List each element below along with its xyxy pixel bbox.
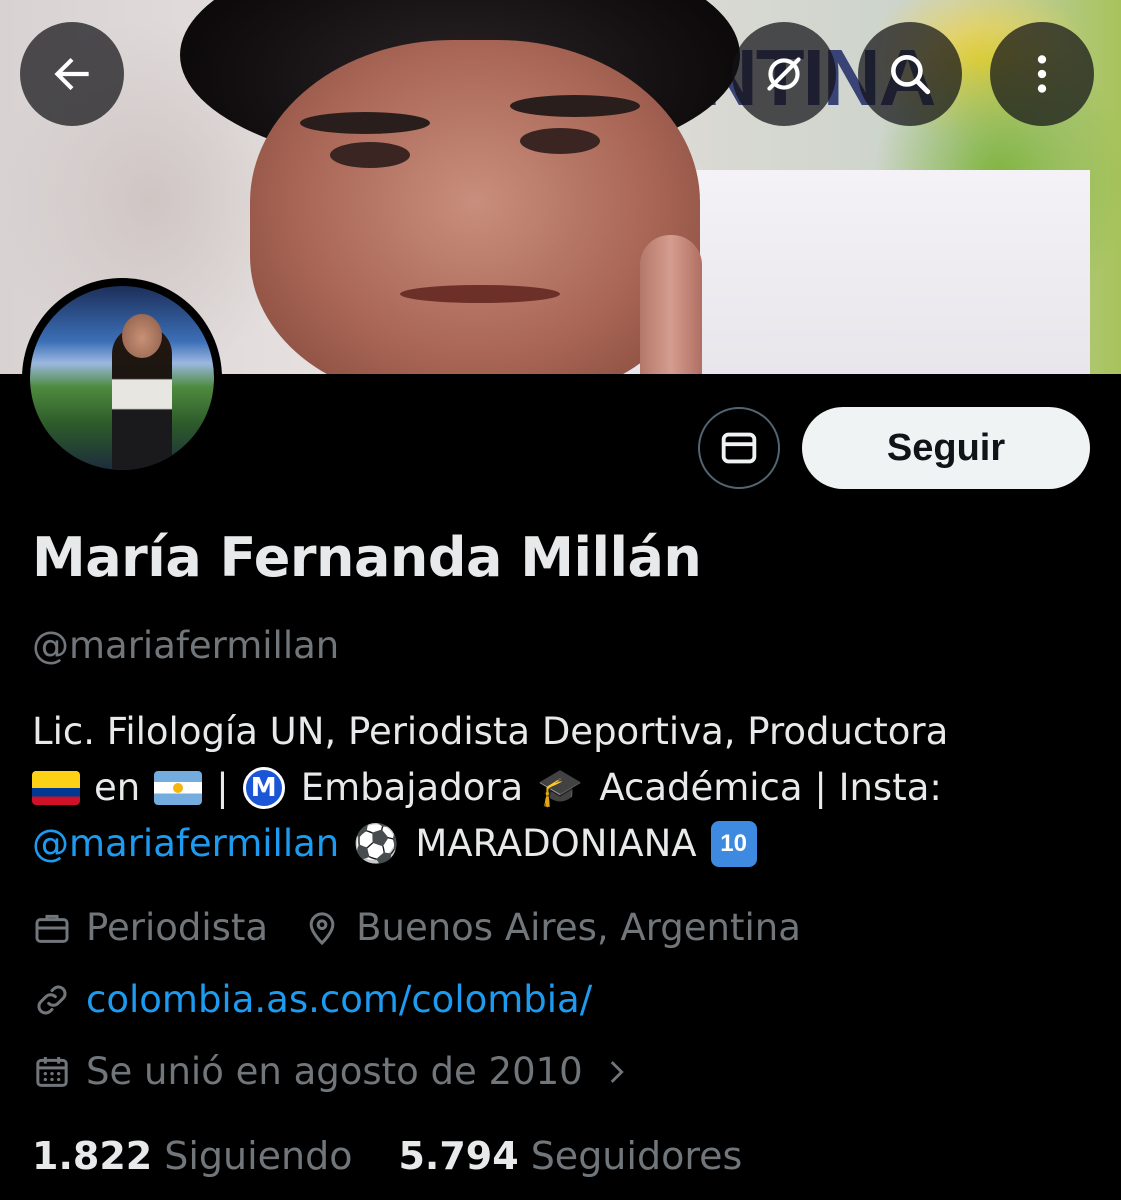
argentina-flag-icon — [154, 771, 203, 805]
banner-finger — [640, 235, 702, 374]
profile-bio: Lic. Filología UN, Periodista Deportiva,… — [32, 704, 1092, 872]
slash-circle-icon — [767, 57, 801, 91]
message-button[interactable] — [698, 407, 780, 489]
banner-eye-right — [520, 128, 600, 154]
calendar-icon — [36, 1056, 68, 1087]
search-button[interactable] — [858, 22, 962, 126]
following-count[interactable]: 1.822 — [32, 1134, 152, 1178]
joined-item[interactable]: Se unió en agosto de 2010 — [32, 1050, 633, 1093]
briefcase-icon — [35, 914, 69, 943]
follow-stats: 1.822 Siguiendo 5.794 Seguidores — [32, 1134, 788, 1178]
profession-text: Periodista — [86, 906, 269, 949]
soccer-ball-icon: ⚽ — [353, 822, 400, 865]
link-icon — [37, 985, 67, 1014]
bio-text-academica: Académica | Insta: — [599, 766, 942, 809]
bio-text-embajadora: Embajadora — [300, 766, 524, 809]
profession-item: Periodista — [32, 906, 268, 949]
banner-face — [250, 40, 700, 374]
banner-mouth — [400, 285, 560, 303]
followers-label[interactable]: Seguidores — [531, 1134, 743, 1178]
location-item: Buenos Aires, Argentina — [302, 906, 801, 949]
joined-row[interactable]: Se unió en agosto de 2010 — [32, 1050, 667, 1093]
bio-mention-link[interactable]: @mariafermillan — [32, 816, 339, 872]
follow-button[interactable]: Seguir — [802, 407, 1090, 489]
following-label[interactable]: Siguiendo — [164, 1134, 352, 1178]
banner-brow-right — [510, 95, 640, 117]
grok-button[interactable] — [732, 22, 836, 126]
m-badge-icon: M — [242, 767, 285, 809]
profile-name: María Fernanda Millán — [32, 526, 702, 589]
profile-handle: @mariafermillan — [32, 624, 340, 667]
bio-line-1: Lic. Filología UN, Periodista Deportiva,… — [32, 704, 1092, 760]
followers-count[interactable]: 5.794 — [398, 1134, 518, 1178]
website-item[interactable]: colombia.as.com/colombia/ — [32, 978, 592, 1021]
search-icon — [891, 55, 931, 95]
location-pin-icon — [309, 911, 335, 945]
back-button[interactable] — [20, 22, 124, 126]
bio-line-3: @mariafermillan ⚽ MARADONIANA 10 — [32, 816, 1092, 872]
envelope-icon — [721, 432, 757, 464]
more-vertical-icon — [1037, 55, 1047, 93]
bio-line-2: en | M Embajadora 🎓 Académica | Insta: — [32, 760, 1092, 816]
location-text: Buenos Aires, Argentina — [356, 906, 801, 949]
avatar-photo — [30, 286, 214, 470]
avatar-head — [122, 314, 162, 358]
chevron-right-icon — [610, 1060, 624, 1083]
bio-text-maradoniana: MARADONIANA — [415, 822, 697, 865]
keycap-ten-icon: 10 — [710, 821, 757, 867]
profile-avatar[interactable] — [22, 278, 222, 478]
website-row: colombia.as.com/colombia/ — [32, 978, 626, 1021]
more-button[interactable] — [990, 22, 1094, 126]
profile-meta-row: Periodista Buenos Aires, Argentina — [32, 906, 835, 949]
joined-text: Se unió en agosto de 2010 — [86, 1050, 583, 1093]
arrow-left-icon — [54, 57, 89, 91]
banner-eye-left — [330, 142, 410, 168]
website-link[interactable]: colombia.as.com/colombia/ — [86, 978, 592, 1021]
bio-text-en: en — [94, 766, 141, 809]
bio-text: Lic. Filología UN, Periodista Deportiva,… — [32, 710, 949, 753]
graduation-cap-icon: 🎓 — [537, 766, 584, 809]
colombia-flag-icon — [32, 771, 80, 805]
bio-separator: | — [216, 766, 229, 809]
banner-brow-left — [300, 112, 430, 134]
